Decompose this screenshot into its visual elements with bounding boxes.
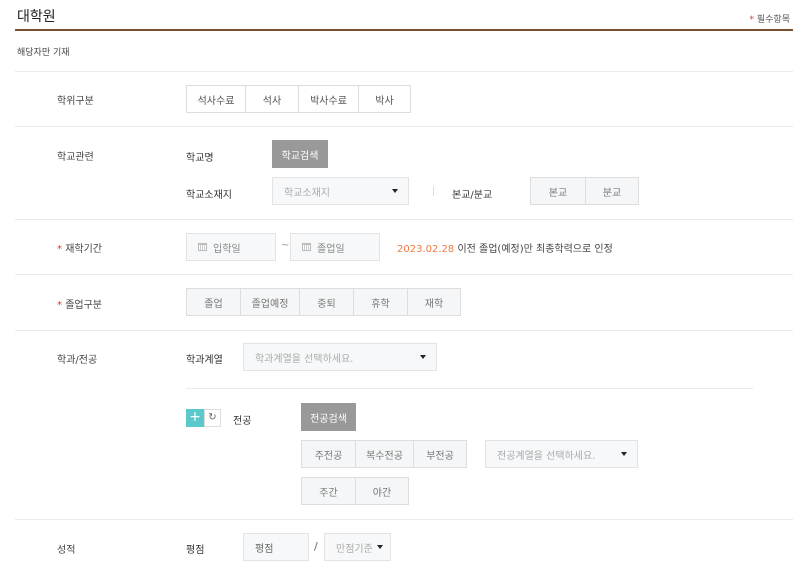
campus-option[interactable]: 본교	[530, 177, 586, 205]
divider	[15, 519, 793, 520]
school-search-button[interactable]: 학교검색	[272, 140, 328, 168]
slash: /	[314, 540, 318, 553]
campus-label: 본교/분교	[452, 190, 493, 201]
divider	[15, 71, 793, 72]
school-label: 학교관련	[57, 152, 94, 163]
gpa-input[interactable]: 평점	[243, 533, 309, 561]
input-placeholder: 입학일	[213, 243, 241, 255]
reset-major-button[interactable]: ↻	[204, 409, 221, 427]
degree-option[interactable]: 석사	[245, 85, 299, 113]
major-type-option[interactable]: 복수전공	[355, 440, 414, 468]
grade-label: 성적	[57, 545, 76, 556]
major-type-option[interactable]: 주전공	[301, 440, 356, 468]
page-title: 대학원	[17, 9, 56, 25]
divider	[15, 126, 793, 127]
degree-label: 학위구분	[57, 96, 94, 107]
campus-option[interactable]: 분교	[585, 177, 639, 205]
graduation-option[interactable]: 재학	[407, 288, 461, 316]
caret-down-icon	[377, 545, 383, 549]
required-label: 필수항목	[756, 15, 790, 25]
max-score-select[interactable]: 만점기준	[324, 533, 391, 561]
start-date-input[interactable]: 입학일	[186, 233, 276, 261]
select-placeholder: 학과계열을 선택하세요.	[255, 353, 354, 365]
major-type-option[interactable]: 부전공	[413, 440, 467, 468]
graduation-option[interactable]: 졸업	[186, 288, 241, 316]
required-legend: * 필수항목	[750, 12, 791, 25]
graduation-option[interactable]: 졸업예정	[240, 288, 300, 316]
major-label: 학과/전공	[57, 355, 98, 366]
period-label-text: 재학기간	[65, 244, 102, 255]
graduation-option[interactable]: 중퇴	[299, 288, 354, 316]
plus-icon: +	[189, 409, 201, 425]
calendar-icon	[198, 243, 207, 251]
divider	[15, 274, 793, 275]
school-location-label: 학교소재지	[186, 190, 232, 201]
major-sub-label: 전공	[233, 416, 252, 427]
required-star: *	[57, 300, 62, 311]
caret-down-icon	[392, 189, 398, 193]
header-divider	[15, 29, 793, 31]
period-notice: 2023.02.28 이전 졸업(예정)만 최종학력으로 인정	[397, 240, 613, 255]
time-option[interactable]: 주간	[301, 477, 356, 505]
end-date-input[interactable]: 졸업일	[290, 233, 380, 261]
tilde: ~	[281, 240, 290, 251]
divider	[15, 219, 793, 220]
degree-option[interactable]: 박사수료	[298, 85, 359, 113]
caret-down-icon	[420, 355, 426, 359]
add-major-button[interactable]: +	[186, 409, 204, 427]
degree-option[interactable]: 박사	[358, 85, 411, 113]
major-search-button[interactable]: 전공검색	[301, 403, 356, 431]
degree-option[interactable]: 석사수료	[186, 85, 246, 113]
graduation-option[interactable]: 휴학	[353, 288, 408, 316]
major-field-select[interactable]: 전공계열을 선택하세요.	[485, 440, 638, 468]
notice-date: 2023.02.28	[397, 244, 455, 255]
required-star: *	[57, 244, 62, 255]
separator	[433, 186, 434, 196]
gpa-label: 평점	[186, 545, 205, 556]
input-placeholder: 평점	[255, 543, 274, 555]
field-label: 학과계열	[186, 355, 223, 366]
section-note: 해당자만 기재	[17, 48, 70, 58]
select-placeholder: 만점기준	[336, 543, 373, 555]
divider	[15, 330, 793, 331]
period-label: * 재학기간	[57, 240, 102, 255]
field-select[interactable]: 학과계열을 선택하세요.	[243, 343, 437, 371]
graduation-label-text: 졸업구분	[65, 300, 102, 311]
required-star: *	[749, 15, 755, 25]
notice-text: 이전 졸업(예정)만 최종학력으로 인정	[454, 244, 613, 255]
select-placeholder: 전공계열을 선택하세요.	[497, 450, 596, 462]
graduation-label: * 졸업구분	[57, 296, 102, 311]
school-name-label: 학교명	[186, 153, 214, 164]
time-option[interactable]: 야간	[355, 477, 409, 505]
divider	[186, 388, 753, 389]
refresh-icon: ↻	[208, 412, 217, 423]
input-placeholder: 졸업일	[317, 243, 345, 255]
calendar-icon	[302, 243, 311, 251]
select-placeholder: 학교소재지	[284, 187, 330, 199]
caret-down-icon	[621, 452, 627, 456]
school-location-select[interactable]: 학교소재지	[272, 177, 409, 205]
